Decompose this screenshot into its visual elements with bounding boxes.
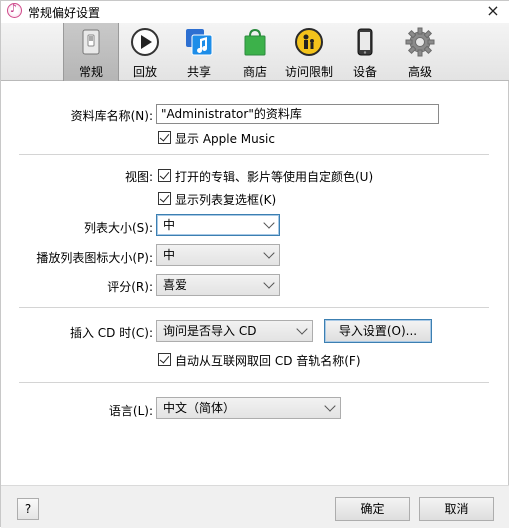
chevron-down-icon [263, 277, 275, 289]
play-icon [131, 28, 159, 56]
tab-restrictions[interactable]: 访问限制 [281, 23, 337, 81]
general-switch-icon [82, 29, 100, 55]
library-name-label: 资料库名称(N): [70, 109, 153, 123]
list-size-label: 列表大小(S): [83, 221, 153, 235]
auto-retrieve-checkbox[interactable] [158, 353, 171, 366]
language-label: 语言(L): [108, 404, 153, 418]
insert-cd-value: 询问是否导入 CD [163, 324, 257, 338]
tab-advanced-label: 高级 [407, 65, 432, 79]
cancel-button[interactable]: 取消 [419, 497, 494, 521]
section-divider [19, 307, 489, 308]
tab-sharing-label: 共享 [186, 65, 211, 79]
close-button[interactable]: × [479, 1, 507, 21]
tab-restrictions-label: 访问限制 [284, 65, 333, 79]
view-label: 视图: [124, 170, 153, 184]
tab-general-label: 常规 [78, 65, 103, 79]
tab-store[interactable]: 商店 [227, 23, 283, 81]
tab-playback-label: 回放 [132, 65, 157, 79]
chevron-down-icon [263, 247, 275, 259]
list-size-value: 中 [163, 218, 176, 232]
playlist-icon-size-label: 播放列表图标大小(P): [36, 251, 153, 265]
playlist-icon-size-value: 中 [163, 248, 176, 262]
tab-sharing[interactable]: 共享 [171, 23, 227, 81]
chevron-down-icon [324, 400, 336, 412]
custom-colors-checkbox[interactable] [158, 169, 171, 182]
tab-general[interactable]: 常规 [63, 23, 119, 81]
tab-store-label: 商店 [242, 65, 267, 79]
window-title: 常规偏好设置 [28, 6, 101, 20]
list-size-select[interactable]: 中 [156, 214, 280, 236]
list-checkboxes-label: 显示列表复选框(K) [175, 193, 277, 207]
title-bar: 常规偏好设置 × [1, 1, 509, 23]
language-value: 中文（简体） [163, 401, 236, 415]
import-settings-button[interactable]: 导入设置(O)... [324, 319, 432, 343]
itunes-app-icon [7, 2, 22, 18]
playlist-icon-size-select[interactable]: 中 [156, 244, 280, 266]
tab-playback[interactable]: 回放 [117, 23, 173, 81]
help-button[interactable]: ? [17, 498, 39, 520]
preferences-toolbar: 常规 回放 共享 商店 访问限制 设备 高级 [1, 23, 509, 81]
tab-devices[interactable]: 设备 [337, 23, 393, 81]
library-name-field[interactable]: "Administrator"的资料库 [156, 104, 439, 124]
preferences-window: 常规偏好设置 × 常规 回放 共享 [0, 0, 509, 528]
dialog-footer: ? 确定 取消 [1, 485, 509, 528]
section-divider [19, 154, 489, 155]
ok-button[interactable]: 确定 [335, 497, 410, 521]
auto-retrieve-label: 自动从互联网取回 CD 音轨名称(F) [175, 354, 361, 368]
rating-select[interactable]: 喜爱 [156, 274, 280, 296]
parental-restriction-icon [295, 28, 323, 56]
section-divider [19, 382, 489, 383]
music-note-share-icon [186, 29, 213, 56]
show-apple-music-checkbox[interactable] [158, 131, 171, 144]
tab-devices-label: 设备 [352, 65, 377, 79]
device-phone-icon [357, 28, 373, 56]
tab-advanced[interactable]: 高级 [392, 23, 448, 81]
rating-label: 评分(R): [107, 280, 153, 294]
insert-cd-select[interactable]: 询问是否导入 CD [156, 320, 313, 342]
chevron-down-icon [296, 323, 308, 335]
rating-value: 喜爱 [163, 278, 188, 292]
list-checkboxes-checkbox[interactable] [158, 192, 171, 205]
custom-colors-label: 打开的专辑、影片等使用自定颜色(U) [175, 170, 374, 184]
show-apple-music-label: 显示 Apple Music [175, 132, 275, 146]
insert-cd-label: 插入 CD 时(C): [69, 326, 153, 340]
shopping-bag-icon [244, 28, 266, 56]
chevron-down-icon [263, 217, 275, 229]
language-select[interactable]: 中文（简体） [156, 397, 341, 419]
gear-icon [405, 27, 435, 57]
